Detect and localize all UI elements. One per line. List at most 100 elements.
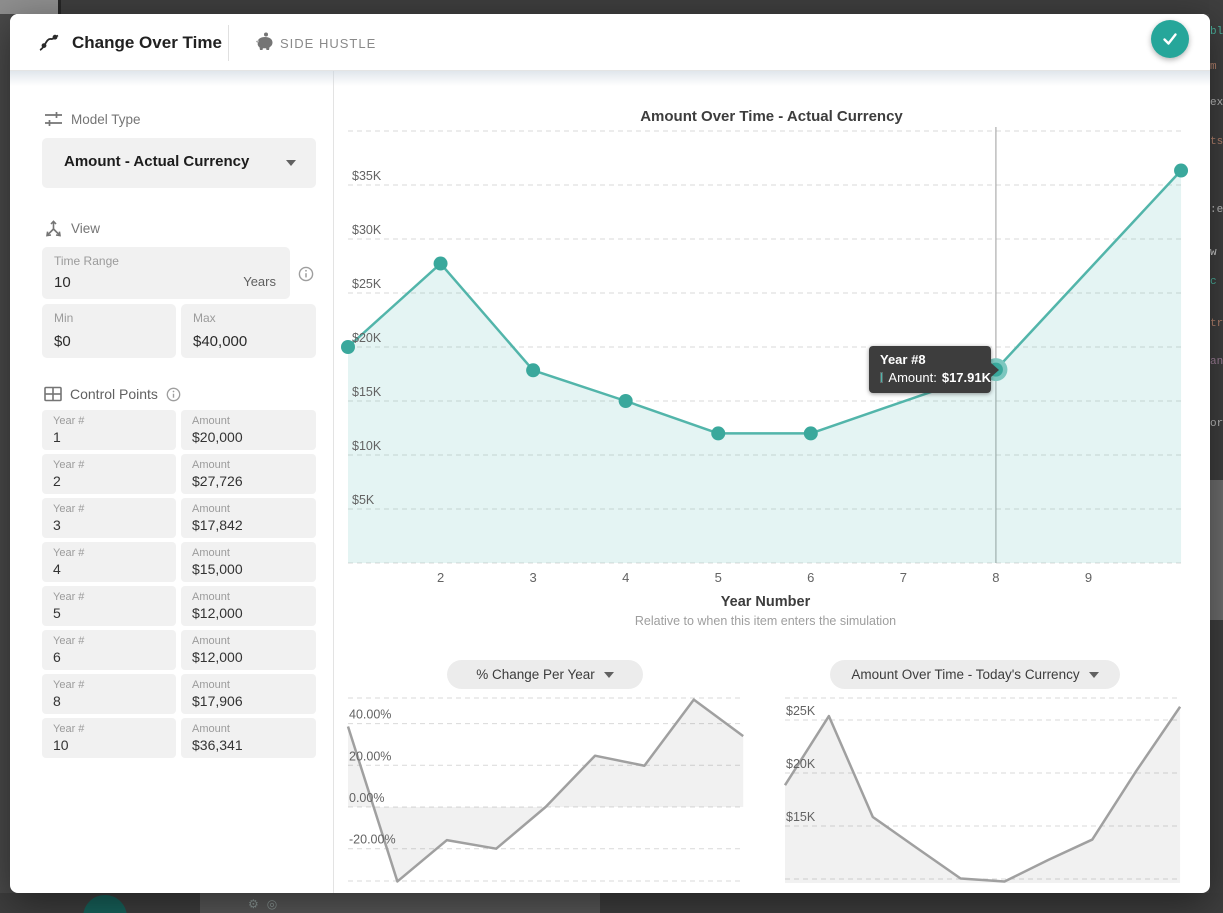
- max-field[interactable]: Max $40,000: [181, 304, 316, 358]
- max-label: Max: [193, 311, 216, 325]
- confirm-button[interactable]: [1151, 20, 1189, 58]
- svg-text:$15K: $15K: [352, 385, 382, 399]
- year-label: Year #: [53, 547, 84, 559]
- control-point-row: Year #6 Amount $12,000: [42, 630, 316, 670]
- year-field[interactable]: Year #1: [42, 410, 176, 450]
- amount-label: Amount: [192, 459, 230, 471]
- amount-value: $12,000: [192, 649, 243, 665]
- svg-text:4: 4: [622, 570, 629, 585]
- check-icon: [1160, 29, 1180, 49]
- control-points-list: Year #1Amount$20,000Year #2Amount$27,726…: [42, 410, 316, 762]
- amount-field[interactable]: Amount $12,000: [181, 630, 316, 670]
- year-field[interactable]: Year # 5: [42, 586, 176, 626]
- tooltip-value: $17.91K: [942, 370, 991, 385]
- svg-text:$15K: $15K: [786, 810, 816, 824]
- svg-text:40.00%: 40.00%: [349, 708, 391, 722]
- amount-label: Amount: [192, 635, 230, 647]
- svg-text:9: 9: [1085, 570, 1092, 585]
- svg-text:$35K: $35K: [352, 169, 382, 183]
- time-range-label: Time Range: [54, 254, 119, 268]
- year-label: Year #: [53, 503, 84, 515]
- svg-text:2: 2: [437, 570, 444, 585]
- amount-label: Amount: [192, 547, 230, 559]
- main-line-chart[interactable]: $5K$10K$15K$20K$25K$30K$35K23456789Year …: [335, 114, 1195, 644]
- backdrop-dimmed-icons: ⚙◎: [248, 897, 285, 911]
- svg-text:$20K: $20K: [352, 331, 382, 345]
- svg-text:8: 8: [992, 570, 999, 585]
- backdrop-patch: [0, 0, 58, 14]
- amount-label: Amount: [192, 415, 230, 427]
- year-value: 8: [53, 693, 61, 709]
- amount-field[interactable]: Amount $15,000: [181, 542, 316, 582]
- svg-text:$10K: $10K: [352, 439, 382, 453]
- min-label: Min: [54, 311, 73, 325]
- year-label: Year #: [53, 591, 84, 603]
- backdrop-code-fragment: an: [1210, 356, 1223, 368]
- amount-field[interactable]: Amount$36,341: [181, 718, 316, 758]
- entity-name: SIDE HUSTLE: [280, 36, 376, 51]
- amount-value: $15,000: [192, 561, 243, 577]
- year-value: 10: [53, 737, 69, 753]
- svg-text:$25K: $25K: [352, 277, 382, 291]
- svg-text:0.00%: 0.00%: [349, 791, 384, 805]
- time-range-info-icon[interactable]: [298, 266, 314, 282]
- control-points-label: Control Points: [70, 386, 158, 402]
- backdrop-band: [1209, 480, 1223, 620]
- backdrop-dimmed-fab: [83, 895, 127, 913]
- backdrop-code-fragment: c: [1210, 276, 1217, 288]
- svg-text:3: 3: [530, 570, 537, 585]
- scroll-shadow: [10, 71, 1210, 86]
- backdrop-code-fragment: :e: [1210, 204, 1223, 216]
- header-divider: [228, 25, 229, 61]
- control-point-row: Year # 4 Amount $15,000: [42, 542, 316, 582]
- year-value: 3: [53, 517, 61, 533]
- year-field[interactable]: Year # 3: [42, 498, 176, 538]
- amount-field[interactable]: Amount$17,842: [181, 498, 316, 538]
- amount-value: $27,726: [192, 473, 243, 489]
- amount-value: $12,000: [192, 605, 243, 621]
- model-type-select[interactable]: Amount - Actual Currency: [42, 138, 316, 188]
- sliders-icon: [44, 110, 63, 128]
- backdrop-code-fragment: ts: [1210, 136, 1223, 148]
- svg-text:5: 5: [715, 570, 722, 585]
- amount-label: Amount: [192, 679, 230, 691]
- svg-text:6: 6: [807, 570, 814, 585]
- control-point-row: Year #10Amount$36,341: [42, 718, 316, 758]
- amount-field[interactable]: Amount $17,906: [181, 674, 316, 714]
- year-field[interactable]: Year # 4: [42, 542, 176, 582]
- year-value: 5: [53, 605, 61, 621]
- dialog-header: Change Over Time SIDE HUSTLE: [10, 14, 1210, 71]
- mini-chart-1-selector-label: % Change Per Year: [476, 667, 595, 682]
- min-field[interactable]: Min $0: [42, 304, 176, 358]
- amount-field[interactable]: Amount $12,000: [181, 586, 316, 626]
- time-range-field[interactable]: Time Range 10 Years: [42, 247, 290, 299]
- control-points-info-icon[interactable]: [166, 387, 181, 402]
- svg-text:$30K: $30K: [352, 223, 382, 237]
- year-field[interactable]: Year #10: [42, 718, 176, 758]
- amount-value: $17,906: [192, 693, 243, 709]
- pct-change-mini-chart[interactable]: 40.00%20.00%0.00%-20.00%: [335, 690, 755, 883]
- control-point-row: Year # 3 Amount$17,842: [42, 498, 316, 538]
- amount-value: $17,842: [192, 517, 243, 533]
- year-field[interactable]: Year #8: [42, 674, 176, 714]
- backdrop-code-fragment: m: [1210, 61, 1217, 73]
- year-field[interactable]: Year #6: [42, 630, 176, 670]
- svg-text:-20.00%: -20.00%: [349, 833, 396, 847]
- year-label: Year #: [53, 415, 84, 427]
- amount-field[interactable]: Amount$20,000: [181, 410, 316, 450]
- backdrop-code-fragment: or: [1210, 418, 1223, 430]
- backdrop-code-fragment: ex: [1210, 97, 1223, 109]
- mini-chart-2-selector[interactable]: Amount Over Time - Today's Currency: [830, 660, 1120, 689]
- todays-currency-mini-chart[interactable]: $25K$20K$15K: [772, 690, 1192, 883]
- year-field[interactable]: Year #2: [42, 454, 176, 494]
- control-points-section-header: Control Points: [44, 386, 181, 402]
- mini-chart-1-selector[interactable]: % Change Per Year: [447, 660, 643, 689]
- year-value: 2: [53, 473, 61, 489]
- mini-chart-2-selector-label: Amount Over Time - Today's Currency: [851, 667, 1079, 682]
- amount-label: Amount: [192, 591, 230, 603]
- dialog-title: Change Over Time: [72, 33, 222, 53]
- series-swatch: [880, 372, 883, 383]
- amount-field[interactable]: Amount $27,726: [181, 454, 316, 494]
- svg-text:$5K: $5K: [352, 493, 375, 507]
- year-value: 4: [53, 561, 61, 577]
